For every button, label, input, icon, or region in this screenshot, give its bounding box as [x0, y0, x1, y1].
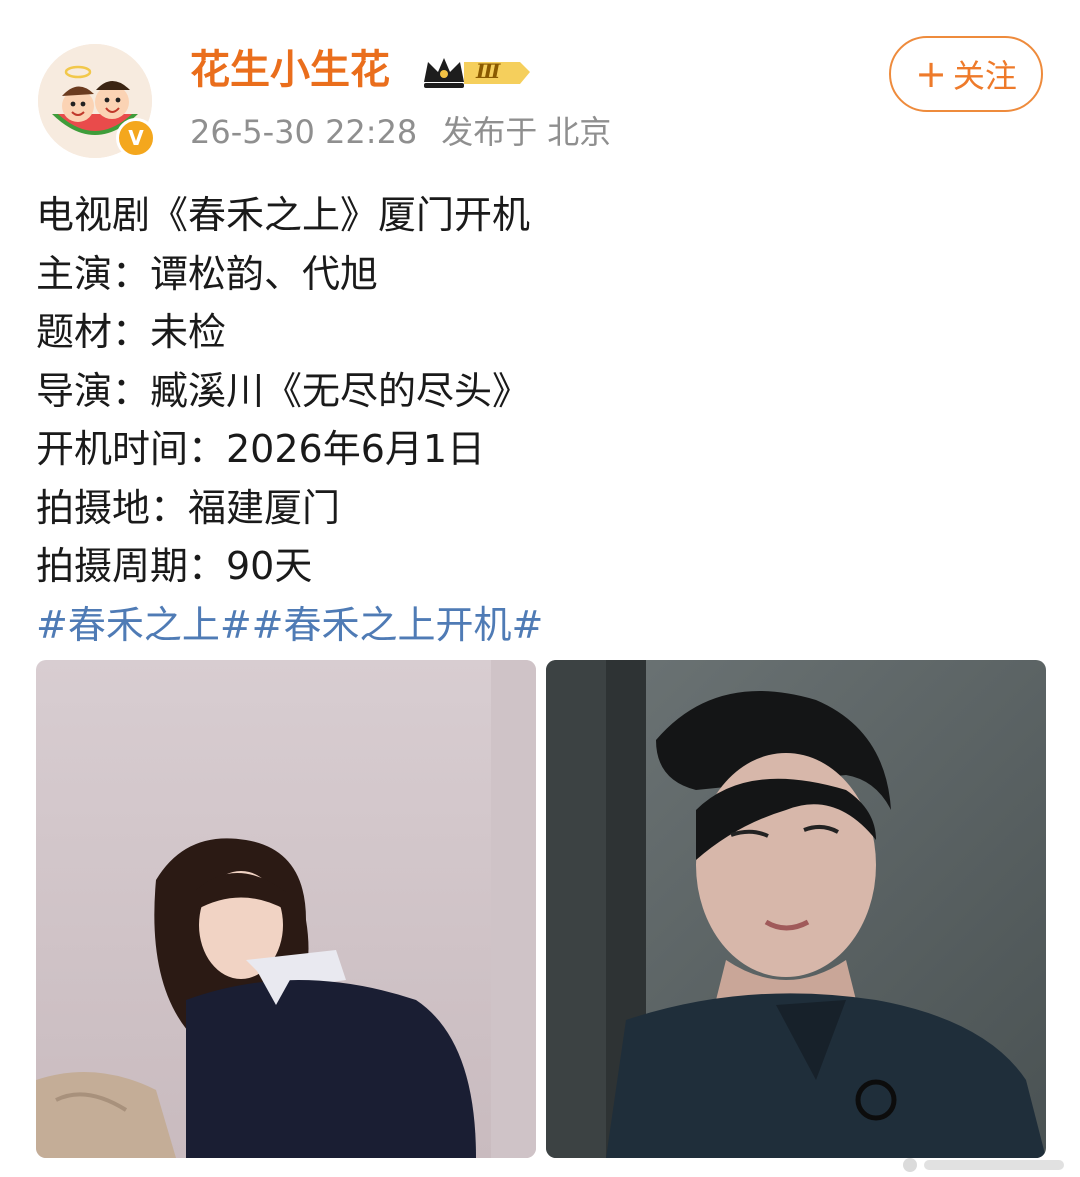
- content-line-cast: 主演：谭松韵、代旭: [36, 251, 379, 296]
- content-line-title: 电视剧《春禾之上》厦门开机: [36, 193, 531, 237]
- watermark-icon: [903, 1158, 1064, 1172]
- post-content: 电视剧《春禾之上》厦门开机 主演：谭松韵、代旭 题材：未检 导演：臧溪川《无尽的…: [36, 186, 1046, 654]
- content-line-duration: 拍摄周期：90天: [36, 544, 313, 588]
- location-label: 发布于: [441, 113, 538, 151]
- content-line-start-date: 开机时间：2026年6月1日: [36, 427, 486, 471]
- actress-photo[interactable]: [36, 660, 536, 1158]
- content-line-genre: 题材：未检: [36, 310, 227, 354]
- actor-photo[interactable]: [546, 660, 1046, 1158]
- plus-icon: +: [915, 52, 947, 96]
- post-timestamp: 26-5-30 22:28: [190, 113, 418, 151]
- content-line-location: 拍摄地：福建厦门: [36, 485, 341, 530]
- content-line-director: 导演：臧溪川《无尽的尽头》: [36, 368, 531, 413]
- post-location: 北京: [547, 113, 612, 151]
- verified-badge-icon: V: [116, 118, 156, 158]
- vip-level-label: Ⅲ: [476, 59, 501, 83]
- post-meta: 26-5-30 22:28 发布于 北京: [190, 110, 611, 154]
- follow-label: 关注: [952, 57, 1017, 95]
- hashtag-links[interactable]: #春禾之上##春禾之上开机#: [36, 596, 1046, 655]
- follow-button[interactable]: + 关注: [889, 36, 1043, 112]
- author-username[interactable]: 花生小生花: [190, 44, 390, 96]
